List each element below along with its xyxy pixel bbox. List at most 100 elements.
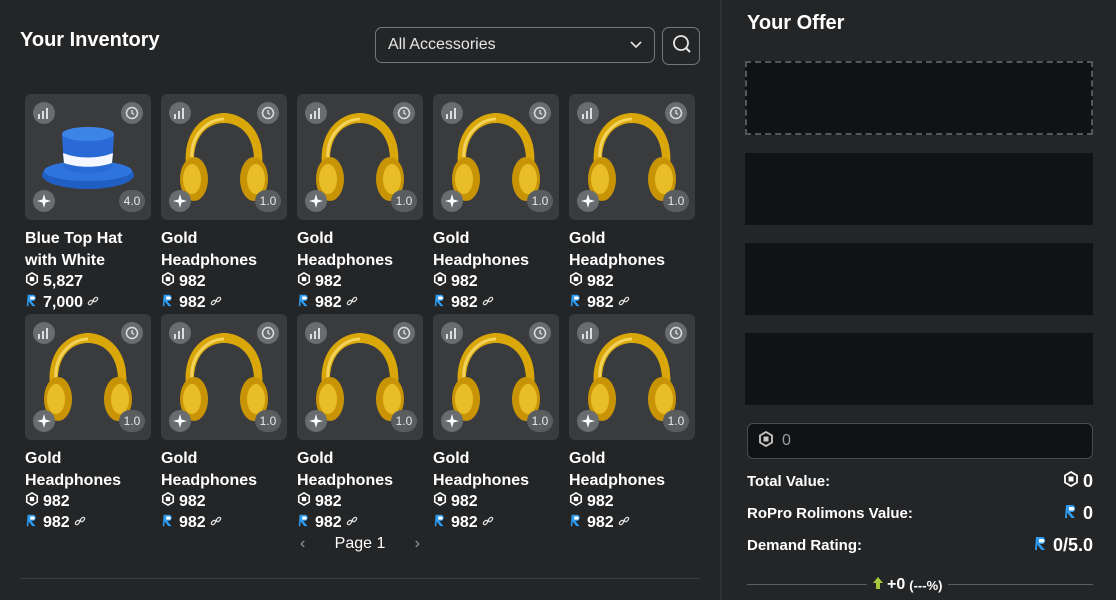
- value-chart-icon[interactable]: [577, 102, 599, 124]
- offer-slot-4[interactable]: [745, 333, 1093, 405]
- history-icon[interactable]: [121, 322, 143, 344]
- link-icon[interactable]: [210, 294, 222, 312]
- rolimons-icon: [1063, 503, 1079, 524]
- prev-page-button[interactable]: ‹: [300, 535, 305, 553]
- rolimons-icon: [25, 293, 39, 312]
- link-icon[interactable]: [482, 514, 494, 532]
- sparkle-icon[interactable]: [33, 410, 55, 432]
- value-chart-icon[interactable]: [33, 322, 55, 344]
- item-thumbnail-top-hat[interactable]: 4.0: [25, 94, 151, 220]
- robux-input[interactable]: 0: [747, 423, 1093, 459]
- offer-slot-2[interactable]: [745, 153, 1093, 225]
- rolimons-value: 982: [179, 513, 206, 531]
- item-badge: 4.0: [119, 190, 145, 212]
- arrow-up-icon: [873, 576, 883, 594]
- robux-value-row: 982: [297, 271, 342, 291]
- history-icon[interactable]: [257, 322, 279, 344]
- sparkle-icon[interactable]: [441, 410, 463, 432]
- rolimons-icon: [297, 293, 311, 312]
- rolimons-value-row: 982: [297, 293, 358, 312]
- item-badge: 1.0: [663, 410, 689, 432]
- robux-value: 982: [587, 272, 614, 290]
- item-name: Gold Headphones: [161, 450, 258, 489]
- item-thumbnail-headphones[interactable]: 1.0: [161, 94, 287, 220]
- value-chart-icon[interactable]: [441, 322, 463, 344]
- offer-panel: Your Offer 0 Total Value: 0 RoPro Rolimo…: [722, 0, 1116, 600]
- robux-value: 982: [179, 492, 206, 510]
- link-icon[interactable]: [346, 514, 358, 532]
- value-chart-icon[interactable]: [169, 322, 191, 344]
- link-icon[interactable]: [482, 294, 494, 312]
- item-badge: 1.0: [255, 410, 281, 432]
- item-thumbnail-headphones[interactable]: 1.0: [433, 314, 559, 440]
- pagination: ‹ Page 1 ›: [300, 535, 420, 553]
- rolimons-icon: [25, 513, 39, 532]
- value-chart-icon[interactable]: [577, 322, 599, 344]
- item-thumbnail-headphones[interactable]: 1.0: [25, 314, 151, 440]
- link-icon[interactable]: [74, 514, 86, 532]
- robux-value-row: 982: [569, 271, 614, 291]
- item-thumbnail-headphones[interactable]: 1.0: [569, 94, 695, 220]
- history-icon[interactable]: [665, 322, 687, 344]
- demand-rating-label: Demand Rating:: [747, 537, 863, 554]
- search-button[interactable]: [662, 27, 700, 65]
- robux-icon: [297, 491, 311, 511]
- robux-value: 982: [315, 272, 342, 290]
- sparkle-icon[interactable]: [577, 190, 599, 212]
- demand-rating-value: 0/5.0: [1052, 535, 1093, 555]
- item-name: Gold Headphones: [569, 450, 666, 489]
- robux-icon: [569, 491, 583, 511]
- item-name: Gold Headphones: [297, 450, 394, 489]
- item-name: Gold Headphones: [161, 230, 258, 269]
- history-icon[interactable]: [393, 102, 415, 124]
- total-value-label: Total Value:: [747, 473, 831, 490]
- sparkle-icon[interactable]: [169, 410, 191, 432]
- history-icon[interactable]: [121, 102, 143, 124]
- value-chart-icon[interactable]: [441, 102, 463, 124]
- item-badge: 1.0: [391, 190, 417, 212]
- value-chart-icon[interactable]: [169, 102, 191, 124]
- item-thumbnail-headphones[interactable]: 1.0: [297, 314, 423, 440]
- history-icon[interactable]: [665, 102, 687, 124]
- robux-icon: [433, 491, 447, 511]
- next-page-button[interactable]: ›: [415, 535, 420, 553]
- rolimons-value: 982: [587, 293, 614, 311]
- robux-icon: [161, 491, 175, 511]
- offer-slot-1[interactable]: [745, 61, 1093, 135]
- link-icon[interactable]: [210, 514, 222, 532]
- history-icon[interactable]: [257, 102, 279, 124]
- rolimons-value-row: 982: [433, 293, 494, 312]
- rolimons-icon: [569, 293, 583, 312]
- robux-icon: [297, 271, 311, 291]
- rolimons-value: 7,000: [43, 293, 84, 311]
- robux-value: 982: [451, 492, 478, 510]
- sparkle-icon[interactable]: [577, 410, 599, 432]
- sparkle-icon[interactable]: [305, 190, 327, 212]
- rolimons-value: 982: [315, 513, 342, 531]
- item-thumbnail-headphones[interactable]: 1.0: [569, 314, 695, 440]
- item-thumbnail-headphones[interactable]: 1.0: [433, 94, 559, 220]
- offer-slot-3[interactable]: [745, 243, 1093, 315]
- value-chart-icon[interactable]: [305, 322, 327, 344]
- value-chart-icon[interactable]: [33, 102, 55, 124]
- value-chart-icon[interactable]: [305, 102, 327, 124]
- item-thumbnail-headphones[interactable]: 1.0: [297, 94, 423, 220]
- history-icon[interactable]: [393, 322, 415, 344]
- sparkle-icon[interactable]: [441, 190, 463, 212]
- sparkle-icon[interactable]: [33, 190, 55, 212]
- item-thumbnail-headphones[interactable]: 1.0: [161, 314, 287, 440]
- sparkle-icon[interactable]: [169, 190, 191, 212]
- link-icon[interactable]: [618, 294, 630, 312]
- history-icon[interactable]: [529, 102, 551, 124]
- category-filter-select[interactable]: All Accessories: [375, 27, 655, 63]
- item-name: Gold Headphones: [433, 230, 530, 269]
- link-icon[interactable]: [618, 514, 630, 532]
- chevron-down-icon: [630, 36, 642, 54]
- link-icon[interactable]: [346, 294, 358, 312]
- link-icon[interactable]: [87, 294, 99, 312]
- item-badge: 1.0: [119, 410, 145, 432]
- history-icon[interactable]: [529, 322, 551, 344]
- rolimons-icon: [297, 513, 311, 532]
- item-name: Gold Headphones: [569, 230, 666, 269]
- sparkle-icon[interactable]: [305, 410, 327, 432]
